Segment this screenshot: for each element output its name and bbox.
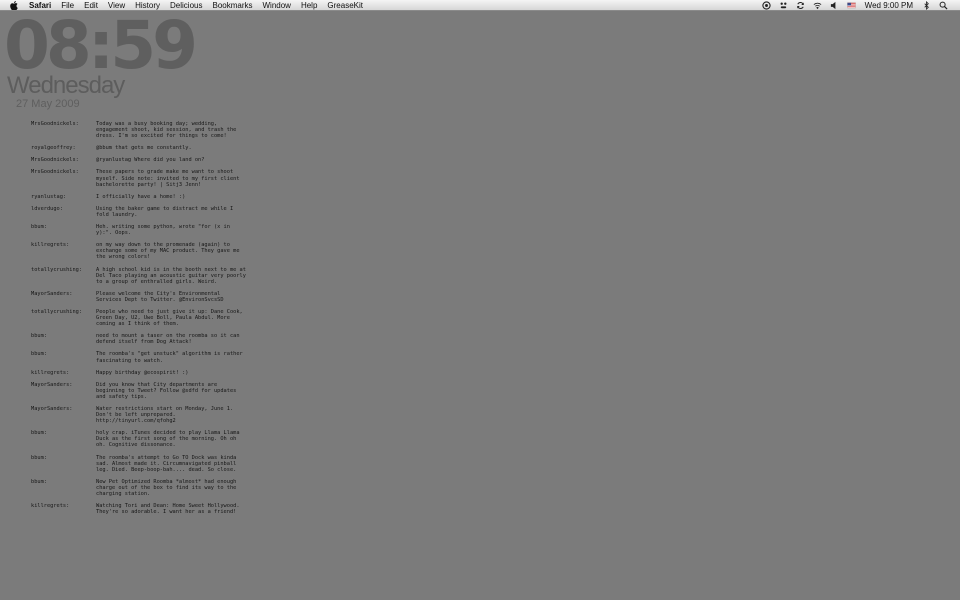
tweet-text: @bbum that gets me constantly. (96, 145, 192, 152)
tweet-row: totallycrushing: A high school kid is in … (31, 267, 261, 285)
tweet-text: @ryanlustag Where did you land on? (96, 157, 205, 164)
tweet-user[interactable]: MayorSanders: (31, 382, 96, 400)
tweet-user[interactable]: bbum: (31, 479, 96, 497)
tweet-user[interactable]: royalgeoffrey: (31, 145, 96, 151)
menu-help[interactable]: Help (296, 0, 322, 11)
tweet-row: bbum: The roomba's attempt to Go TO Dock … (31, 455, 261, 473)
tweet-row: ldverdugo: Using the baker game to distra… (31, 206, 261, 218)
tweet-text: Watching Tori and Dean: Home Sweet Holly… (96, 503, 240, 516)
desktop-clock-weekday: Wednesday (7, 72, 125, 99)
tweet-text: I officially have a home! :) (96, 193, 186, 200)
tweet-user[interactable]: killregrets: (31, 370, 96, 376)
volume-icon[interactable] (830, 1, 839, 10)
tweet-text: People who need to just give it up: Dane… (96, 308, 243, 328)
growl-icon[interactable] (779, 1, 788, 10)
tweet-row: MrsGoodnickels: These papers to grade mak… (31, 169, 261, 187)
tweet-text: Today was a busy booking day; wedding, e… (96, 121, 237, 140)
tweet-text: Water restrictions start on Monday, June… (96, 406, 234, 425)
tweet-row: killregrets: Happy birthday @ecospirit! :… (31, 370, 261, 376)
tweet-row: killregrets: on my way down to the promen… (31, 242, 261, 260)
tweet-user[interactable]: MrsGoodnickels: (31, 169, 96, 187)
tweet-user[interactable]: totallycrushing: (31, 267, 96, 285)
desktop-clock-date: 27 May 2009 (16, 98, 80, 110)
twitter-feed: MrsGoodnickels: Today was a busy booking … (31, 121, 261, 521)
tweet-row: MayorSanders: Water restrictions start on… (31, 406, 261, 424)
tweet-text: Heh. writing some python, wrote "for (x … (96, 224, 230, 237)
flag-icon[interactable] (846, 1, 856, 10)
bluetooth-icon[interactable] (922, 0, 931, 10)
status-area: Wed 9:00 PM (758, 0, 960, 11)
tweet-text: on my way down to the promenade (again) … (96, 242, 240, 261)
tweet-row: royalgeoffrey: @bbum that gets me constan… (31, 145, 261, 151)
tweet-user[interactable]: killregrets: (31, 503, 96, 515)
tweet-text: The roomba's attempt to Go TO Dock was k… (96, 454, 237, 473)
tweet-user[interactable]: killregrets: (31, 242, 96, 260)
tweet-row: bbum: The roomba's "get unstuck" algorith… (31, 351, 261, 363)
tweet-user[interactable]: ldverdugo: (31, 206, 96, 218)
tweet-text: Using the baker game to distract me whil… (96, 205, 234, 218)
tweet-row: MrsGoodnickels: @ryanlustag Where did you… (31, 157, 261, 163)
tweet-text: Happy birthday @ecospirit! :) (96, 369, 189, 376)
sync-icon[interactable] (796, 1, 805, 10)
tweet-user[interactable]: MayorSanders: (31, 291, 96, 303)
camera-icon[interactable] (762, 0, 771, 10)
tweet-user[interactable]: bbum: (31, 351, 96, 363)
tweet-user[interactable]: bbum: (31, 333, 96, 345)
tweet-text: New Pet Optimized Roomba *almost* had en… (96, 478, 237, 498)
tweet-text: holy crap. iTunes decided to play Llama … (96, 430, 240, 449)
tweet-row: MayorSanders: Did you know that City depa… (31, 382, 261, 400)
tweet-user[interactable]: MrsGoodnickels: (31, 157, 96, 163)
wifi-icon[interactable] (813, 1, 822, 10)
tweet-row: MayorSanders: Please welcome the City's E… (31, 291, 261, 303)
tweet-text: The roomba's "get unstuck" algorithm is … (96, 351, 243, 364)
menu-window[interactable]: Window (258, 0, 296, 11)
tweet-text: Did you know that City departments are b… (96, 381, 237, 400)
menu-greasekit[interactable]: GreaseKit (322, 0, 368, 11)
menu-bookmarks[interactable]: Bookmarks (207, 0, 257, 11)
tweet-row: MrsGoodnickels: Today was a busy booking … (31, 121, 261, 139)
tweet-user[interactable]: bbum: (31, 455, 96, 473)
tweet-row: killregrets: Watching Tori and Dean: Home… (31, 503, 261, 515)
tweet-user[interactable]: bbum: (31, 224, 96, 236)
menubar-clock[interactable]: Wed 9:00 PM (860, 1, 918, 10)
tweet-row: bbum: Heh. writing some python, wrote "fo… (31, 224, 261, 236)
tweet-row: ryanlustag: I officially have a home! :) (31, 194, 261, 200)
tweet-text: Please welcome the City's Environmental … (96, 290, 224, 303)
tweet-user[interactable]: totallycrushing: (31, 309, 96, 327)
tweet-text: These papers to grade make me want to sh… (96, 169, 240, 188)
tweet-user[interactable]: MrsGoodnickels: (31, 121, 96, 139)
tweet-row: bbum: holy crap. iTunes decided to play L… (31, 430, 261, 448)
tweet-text: A high school kid is in the booth next t… (96, 266, 246, 285)
tweet-row: bbum: New Pet Optimized Roomba *almost* h… (31, 479, 261, 497)
tweet-user[interactable]: ryanlustag: (31, 194, 96, 200)
tweet-user[interactable]: MayorSanders: (31, 406, 96, 424)
tweet-text: need to mount a taser on the roomba so i… (96, 333, 240, 346)
tweet-user[interactable]: bbum: (31, 430, 96, 448)
tweet-row: bbum: need to mount a taser on the roomba… (31, 333, 261, 345)
tweet-row: totallycrushing: People who need to just … (31, 309, 261, 327)
spotlight-icon[interactable] (939, 1, 948, 10)
